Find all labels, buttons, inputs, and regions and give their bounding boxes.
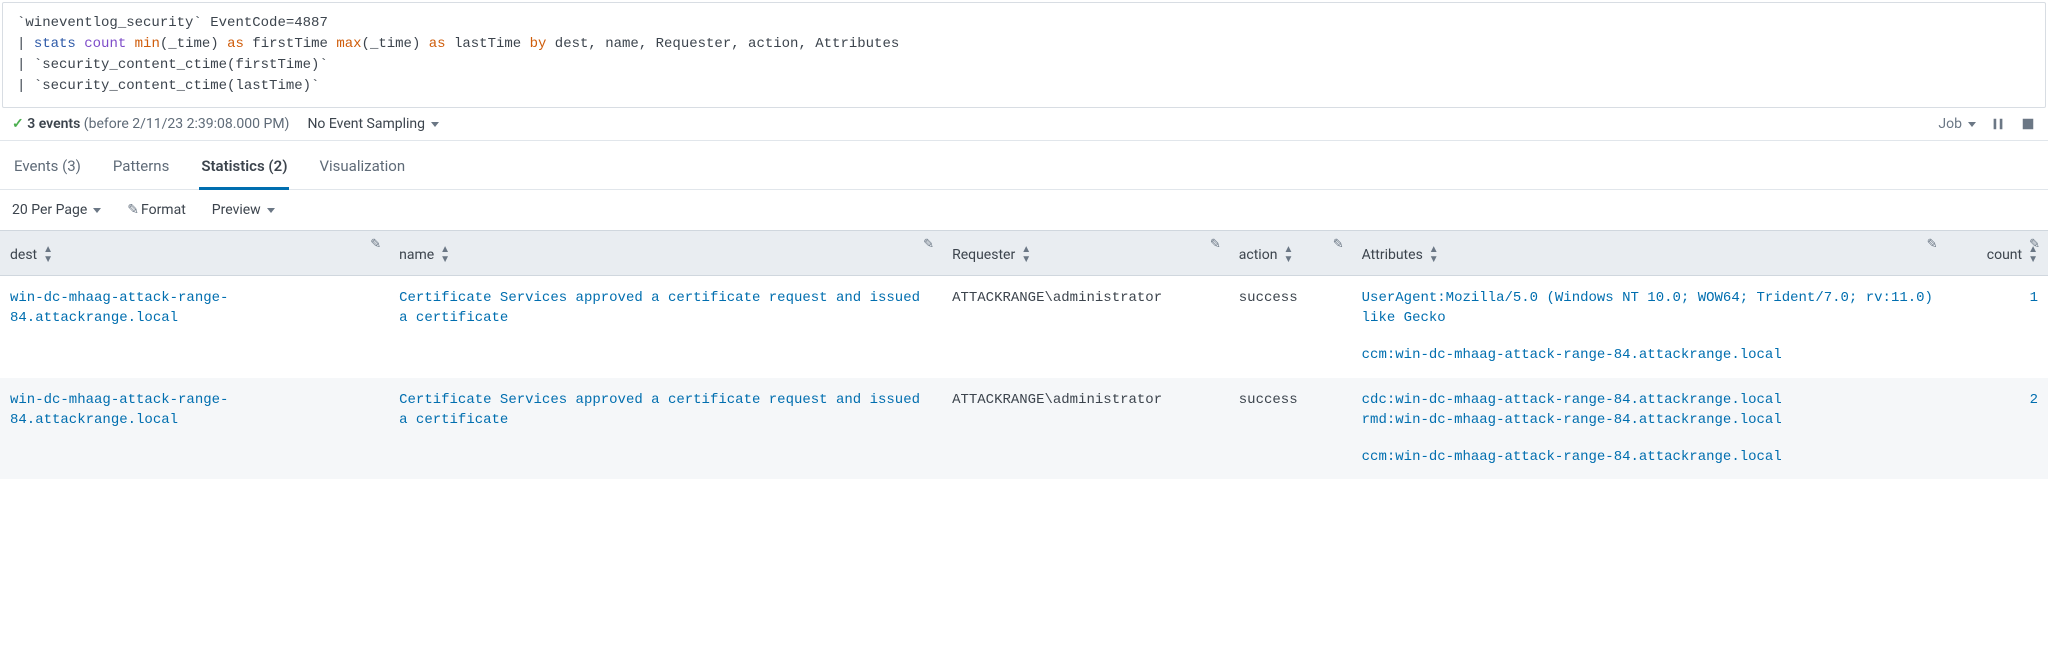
cell-requester[interactable]: ATTACKRANGE\administrator [942, 378, 1229, 480]
edit-column-icon[interactable]: ✎ [2029, 237, 2040, 252]
sort-icon[interactable]: ▲▼ [440, 245, 450, 265]
col-header-action[interactable]: action ▲▼ ✎ [1229, 231, 1352, 276]
table-row: win-dc-mhaag-attack-range-84.attackrange… [0, 276, 2048, 378]
job-dropdown[interactable]: Job [1938, 116, 1976, 132]
pause-icon[interactable] [1990, 116, 2006, 132]
cell-dest[interactable]: win-dc-mhaag-attack-range-84.attackrange… [0, 276, 389, 378]
cell-count[interactable]: 1 [1946, 276, 2048, 378]
results-table: dest▲▼✎name▲▼✎Requester▲▼✎action▲▼✎Attri… [0, 230, 2048, 479]
spl-query-editor[interactable]: `wineventlog_security` EventCode=4887| s… [2, 2, 2046, 108]
stop-icon[interactable] [2020, 116, 2036, 132]
sort-icon[interactable]: ▲▼ [1429, 245, 1439, 265]
col-label: dest [10, 247, 37, 263]
tab-patterns[interactable]: Patterns [111, 151, 171, 189]
cell-action[interactable]: success [1229, 276, 1352, 378]
statistics-toolbar: 20 Per Page ✎Format Preview [0, 190, 2048, 230]
cell-name[interactable]: Certificate Services approved a certific… [389, 276, 942, 378]
tab-visualization[interactable]: Visualization [317, 151, 407, 189]
format-button[interactable]: ✎Format [127, 202, 186, 218]
cell-name[interactable]: Certificate Services approved a certific… [389, 378, 942, 480]
cell-dest[interactable]: win-dc-mhaag-attack-range-84.attackrange… [0, 378, 389, 480]
check-icon: ✓ [12, 116, 24, 132]
cell-attributes[interactable]: UserAgent:Mozilla/5.0 (Windows NT 10.0; … [1352, 276, 1946, 378]
col-label: Attributes [1362, 247, 1423, 263]
table-row: win-dc-mhaag-attack-range-84.attackrange… [0, 378, 2048, 480]
event-sampling-dropdown[interactable]: No Event Sampling [307, 116, 439, 132]
edit-column-icon[interactable]: ✎ [370, 237, 381, 252]
col-header-attributes[interactable]: Attributes ▲▼ ✎ [1352, 231, 1946, 276]
col-label: name [399, 247, 434, 263]
col-header-dest[interactable]: dest ▲▼ ✎ [0, 231, 389, 276]
col-header-requester[interactable]: Requester ▲▼ ✎ [942, 231, 1229, 276]
sort-icon[interactable]: ▲▼ [43, 245, 53, 265]
col-label: count [1987, 247, 2022, 263]
edit-column-icon[interactable]: ✎ [923, 237, 934, 252]
edit-column-icon[interactable]: ✎ [1333, 237, 1344, 252]
cell-count[interactable]: 2 [1946, 378, 2048, 480]
cell-attributes[interactable]: cdc:win-dc-mhaag-attack-range-84.attackr… [1352, 378, 1946, 480]
cell-action[interactable]: success [1229, 378, 1352, 480]
event-count: ✓ 3 events (before 2/11/23 2:39:08.000 P… [12, 116, 289, 132]
search-status-bar: ✓ 3 events (before 2/11/23 2:39:08.000 P… [0, 108, 2048, 140]
tab-events[interactable]: Events (3) [12, 151, 83, 189]
preview-dropdown[interactable]: Preview [212, 202, 275, 218]
edit-column-icon[interactable]: ✎ [1210, 237, 1221, 252]
edit-column-icon[interactable]: ✎ [1927, 237, 1938, 252]
col-header-count[interactable]: count▲▼✎ [1946, 231, 2048, 276]
per-page-dropdown[interactable]: 20 Per Page [12, 202, 101, 218]
col-label: action [1239, 247, 1278, 263]
pencil-icon: ✎ [127, 202, 139, 218]
sort-icon[interactable]: ▲▼ [1021, 245, 1031, 265]
tab-statistics[interactable]: Statistics (2) [199, 151, 289, 190]
cell-requester[interactable]: ATTACKRANGE\administrator [942, 276, 1229, 378]
result-tabs: Events (3) Patterns Statistics (2) Visualiz… [0, 141, 2048, 190]
sort-icon[interactable]: ▲▼ [1283, 245, 1293, 265]
col-header-name[interactable]: name ▲▼ ✎ [389, 231, 942, 276]
col-label: Requester [952, 247, 1015, 263]
